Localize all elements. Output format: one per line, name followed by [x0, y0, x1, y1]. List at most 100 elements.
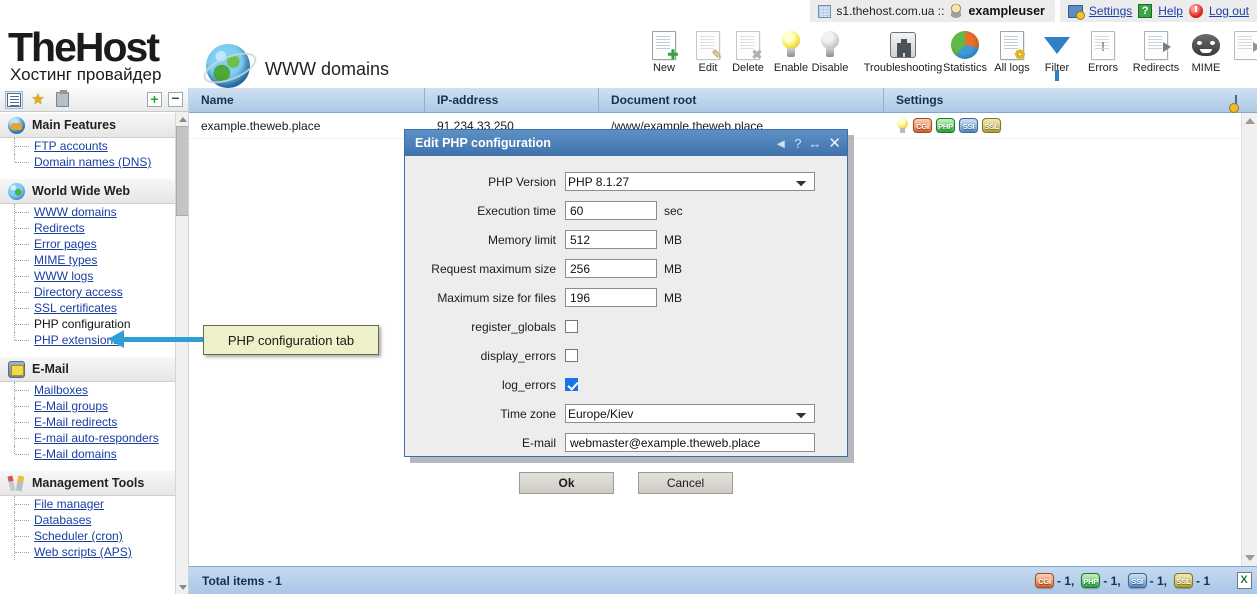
sidebar-item-label: Directory access [34, 285, 123, 299]
sidebar-item-error-pages[interactable]: Error pages [0, 236, 175, 252]
main-scrollbar[interactable] [1241, 113, 1257, 566]
pin-icon[interactable]: ◄ [774, 137, 787, 150]
top-header-bar: s1.thehost.com.ua :: exampleuser Setting… [0, 0, 1257, 22]
sidebar-group-management-tools[interactable]: Management Tools [0, 470, 175, 496]
sidebar-item-web-scripts-aps[interactable]: Web scripts (APS) [0, 544, 175, 560]
cgi-count-text: - 1, [1056, 573, 1075, 588]
ssl-badge: SSL [982, 118, 1001, 133]
sidebar-item-redirects[interactable]: Redirects [0, 220, 175, 236]
request-max-size-input[interactable] [565, 259, 657, 278]
column-header-name[interactable]: Name [189, 88, 425, 112]
ok-button[interactable]: Ok [519, 472, 614, 494]
close-icon[interactable]: ✕ [828, 136, 841, 151]
collapse-all-icon[interactable]: − [168, 91, 183, 107]
sidebar-item-databases[interactable]: Databases [0, 512, 175, 528]
sidebar-scroll-down-button[interactable] [176, 580, 188, 594]
sidebar-item-email-domains[interactable]: E-Mail domains [0, 446, 175, 462]
php-badge: PHP [1081, 573, 1101, 588]
toolbar-label: MIME [1191, 62, 1221, 74]
help-icon[interactable]: ? [1138, 4, 1153, 18]
dialog-button-row: Ok Cancel [405, 472, 847, 494]
sidebar-item-label: PHP configuration [34, 317, 131, 331]
dialog-title-bar[interactable]: Edit PHP configuration ◄ ? ↔ ✕ [405, 130, 847, 156]
favorites-star-icon[interactable]: ★ [29, 91, 47, 109]
label-php-version: PHP Version [488, 174, 556, 189]
help-icon[interactable]: ? [794, 137, 801, 150]
page-title: WWW domains [265, 59, 390, 79]
unit-memory-limit: MB [664, 232, 682, 247]
cgi-badge: CGI [1034, 573, 1054, 588]
time-zone-select[interactable]: Europe/Kiev [565, 404, 815, 423]
excel-export-icon[interactable] [1230, 572, 1257, 589]
memory-limit-input[interactable] [565, 230, 657, 249]
list-view-icon[interactable] [5, 90, 23, 109]
register-globals-checkbox[interactable] [565, 320, 578, 333]
sidebar-item-www-domains[interactable]: WWW domains [0, 204, 175, 220]
main-toolbar: ✚ New ✎ Edit ✖ Delete Enable Disable Tro… [640, 22, 1257, 88]
annotation-text: PHP configuration tab [227, 332, 355, 348]
annotation-callout: PHP configuration tab [203, 325, 379, 355]
ssl-badge: SSL [1173, 573, 1193, 588]
max-file-size-input[interactable] [565, 288, 657, 307]
label-execution-time: Execution time [477, 203, 556, 218]
sidebar-scroll-thumb[interactable] [176, 126, 188, 216]
column-header-settings[interactable]: Settings [884, 88, 1257, 112]
execution-time-input[interactable] [565, 201, 657, 220]
column-header-document-root[interactable]: Document root [599, 88, 884, 112]
sidebar-item-ftp-accounts[interactable]: FTP accounts [0, 138, 175, 154]
sidebar-scrollbar[interactable] [175, 112, 188, 594]
sidebar-item-mime-types[interactable]: MIME types [0, 252, 175, 268]
sidebar-item-label: WWW logs [34, 269, 94, 283]
logout-link[interactable]: Log out [1209, 4, 1249, 18]
expand-all-icon[interactable]: + [147, 92, 162, 107]
sidebar-item-domain-names[interactable]: Domain names (DNS) [0, 154, 175, 170]
sidebar-item-ssl-certificates[interactable]: SSL certificates [0, 300, 175, 316]
unit-max-file-size: MB [664, 290, 682, 305]
logout-icon[interactable] [1188, 4, 1203, 18]
sidebar-item-www-logs[interactable]: WWW logs [0, 268, 175, 284]
sidebar-group-world-wide-web[interactable]: World Wide Web [0, 178, 175, 204]
log-errors-checkbox[interactable] [565, 378, 578, 391]
toolbar-filter-button[interactable]: Filter [1033, 28, 1081, 81]
toolbar-disable-button[interactable]: Disable [802, 28, 858, 74]
clipboard-icon[interactable] [53, 90, 71, 109]
label-time-zone: Time zone [500, 406, 556, 421]
sidebar-group-email[interactable]: E-Mail [0, 356, 175, 382]
php-version-select[interactable]: PHP 8.1.27 [565, 172, 815, 191]
field-row-memory-limit: Memory limit MB [405, 228, 847, 251]
field-row-register-globals: register_globals [405, 315, 847, 338]
toolbar-export-button[interactable] [1223, 28, 1257, 62]
settings-link[interactable]: Settings [1089, 4, 1132, 18]
email-icon [8, 360, 25, 378]
sidebar-item-mailboxes[interactable]: Mailboxes [0, 382, 175, 398]
sidebar-body: Main Features FTP accounts Domain names … [0, 112, 188, 594]
php-badge: PHP [936, 118, 955, 133]
display-errors-checkbox[interactable] [565, 349, 578, 362]
sidebar-scroll-up-button[interactable] [176, 112, 188, 126]
cancel-button[interactable]: Cancel [638, 472, 733, 494]
help-link[interactable]: Help [1158, 4, 1183, 18]
sidebar-item-scheduler-cron[interactable]: Scheduler (cron) [0, 528, 175, 544]
sidebar-item-email-redirects[interactable]: E-Mail redirects [0, 414, 175, 430]
field-row-time-zone: Time zone Europe/Kiev [405, 402, 847, 425]
label-max-file-size: Maximum size for files [437, 290, 556, 305]
application-window: s1.thehost.com.ua :: exampleuser Setting… [0, 0, 1257, 594]
sidebar-item-email-auto-responders[interactable]: E-mail auto-responders [0, 430, 175, 446]
status-cgi-count: CGI - 1, [1034, 573, 1075, 588]
resize-icon[interactable]: ↔ [808, 137, 821, 150]
sidebar-item-label: E-mail auto-responders [34, 431, 159, 445]
sidebar-item-php-configuration[interactable]: PHP configuration [0, 316, 175, 332]
email-input[interactable] [565, 433, 815, 452]
sidebar-item-file-manager[interactable]: File manager [0, 496, 175, 512]
sidebar-group-main-features[interactable]: Main Features [0, 112, 175, 138]
sidebar-item-email-groups[interactable]: E-Mail groups [0, 398, 175, 414]
main-scroll-down-button[interactable] [1242, 550, 1257, 566]
status-php-count: PHP - 1, [1081, 573, 1121, 588]
column-settings-gear-icon[interactable] [1235, 91, 1254, 111]
settings-icon[interactable] [1067, 4, 1085, 20]
column-header-ip-address[interactable]: IP-address [425, 88, 599, 112]
sidebar-item-directory-access[interactable]: Directory access [0, 284, 175, 300]
field-row-max-file-size: Maximum size for files MB [405, 286, 847, 309]
main-scroll-up-button[interactable] [1242, 113, 1257, 129]
field-row-log-errors: log_errors [405, 373, 847, 396]
